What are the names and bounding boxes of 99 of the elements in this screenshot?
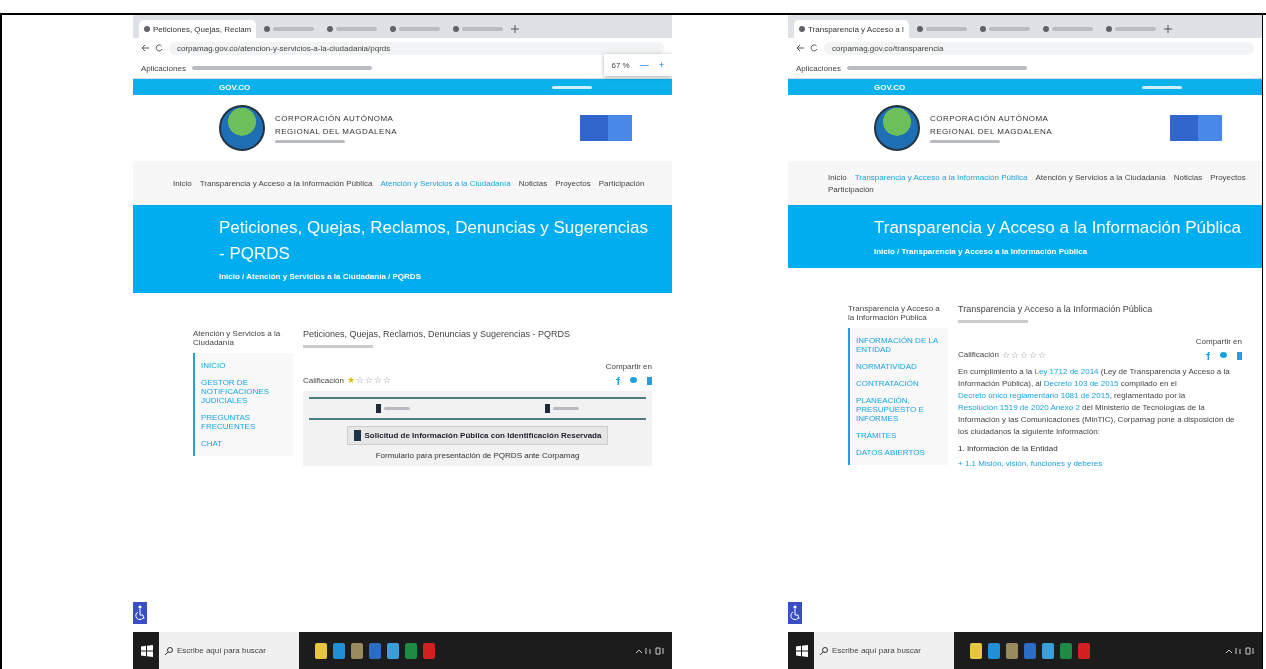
nav-item[interactable]: Participación — [598, 178, 645, 188]
gov-bar-label[interactable]: GOV.CO — [874, 82, 906, 92]
breadcrumb: Inicio / Atención y Servicios a la Ciudadanía / PQRDS — [219, 272, 422, 281]
rating-star[interactable]: ☆ — [373, 375, 382, 385]
rating-star[interactable]: ★ — [346, 375, 355, 385]
sidebar-item[interactable]: NORMATIVIDAD — [856, 361, 942, 371]
rating-star[interactable]: ☆ — [1001, 349, 1010, 360]
nav-item[interactable]: Noticias — [1173, 172, 1203, 182]
law-link[interactable]: Decreto único reglamentario 1081 de 2015 — [958, 390, 1110, 400]
bookmark-item[interactable]: Aplicaciones — [141, 63, 186, 73]
taskbar-app-icon[interactable] — [1006, 642, 1018, 659]
nav-item[interactable]: Noticias — [518, 178, 548, 188]
article-title: Peticiones, Quejas, Reclamos, Denuncias y Sugerencias - PQRDS — [303, 329, 572, 339]
nav-item[interactable]: Transparencia y Acceso a la Información Pública — [854, 172, 1028, 182]
section-heading: 1. Información de la Entidad — [958, 443, 1059, 453]
sidebar-item[interactable]: GESTOR DE NOTIFICACIONES JUDICIALES — [201, 378, 287, 405]
nav-item[interactable]: Atención y Servicios a la Ciudadanía — [380, 178, 511, 188]
windows-start-icon[interactable] — [796, 644, 808, 657]
sidebar-heading: Transparencia y Acceso a la Información Pública — [848, 303, 941, 322]
sidebar-item[interactable]: INICIO — [201, 361, 287, 370]
org-name: REGIONAL DEL MAGDALENA — [930, 126, 1053, 136]
org-name: CORPORACIÓN AUTÓNOMA — [930, 113, 1050, 123]
nav-item[interactable]: Atención y Servicios a la Ciudadanía — [1035, 172, 1166, 182]
browser-tab[interactable]: Transparencia y Acceso a l — [794, 20, 909, 38]
page-title: Peticiones, Quejas, Reclamos, Denuncias y Sugerencias - PQRDS — [219, 217, 649, 265]
sidebar-item[interactable]: TRÁMITES — [856, 430, 942, 440]
sidebar-item[interactable]: CHAT — [201, 439, 287, 448]
org-name: CORPORACIÓN AUTÓNOMA — [275, 113, 395, 123]
sidebar-heading: Atención y Servicios a la Ciudadanía — [193, 329, 282, 347]
share-label: Compartir en — [605, 362, 652, 371]
zoom-value: 67 % — [611, 60, 630, 70]
back-icon[interactable] — [141, 44, 149, 52]
taskbar-app-icon[interactable] — [333, 642, 345, 659]
accessibility-icon[interactable] — [788, 602, 802, 624]
nav-item[interactable]: Participación — [828, 184, 874, 194]
system-tray-icon[interactable] — [1226, 646, 1256, 655]
document-icon — [353, 430, 361, 441]
law-link[interactable]: Ley 1712 de 2014 — [1034, 366, 1099, 376]
facebook-icon[interactable] — [1206, 351, 1210, 360]
facebook-icon[interactable] — [616, 377, 620, 385]
nav-item[interactable]: Proyectos — [555, 178, 591, 188]
system-tray-icon[interactable] — [636, 646, 666, 655]
zoom-out-button[interactable]: — — [639, 60, 649, 70]
nav-item[interactable]: Inicio — [828, 172, 847, 182]
search-icon — [165, 646, 173, 655]
sidebar-item[interactable]: PLANEACIÓN, PRESUPUESTO E INFORMES — [856, 395, 942, 423]
section-link[interactable]: + 1.1 Misión, visión, funciones y deberes — [958, 458, 1242, 468]
sidebar-item[interactable]: DATOS ABIERTOS — [856, 447, 942, 457]
taskbar-app-icon[interactable] — [315, 642, 327, 659]
share-label: Compartir en — [1195, 336, 1242, 346]
nav-item[interactable]: Proyectos — [1210, 172, 1246, 182]
new-tab-icon[interactable] — [511, 25, 520, 33]
law-link[interactable]: Resolución 1519 de 2020 Anexo 2 — [958, 402, 1080, 412]
logo-icon[interactable] — [219, 105, 265, 151]
taskbar-app-icon[interactable] — [970, 642, 982, 659]
rating-star[interactable]: ☆ — [1037, 349, 1046, 360]
taskbar-search-field[interactable]: Escribe aquí para buscar — [159, 632, 299, 669]
search-icon — [820, 646, 828, 655]
accessibility-icon[interactable] — [133, 602, 147, 624]
form-caption: Formulario para presentación de PQRDS ante Corpamag — [375, 451, 580, 460]
address-bar[interactable]: corpamag.gov.co/atencion-y-servicios-a-la-ciudadania/pqrds — [169, 41, 664, 55]
rating-star[interactable]: ☆ — [1019, 349, 1028, 360]
rating-label: Calificación — [303, 375, 344, 385]
back-icon[interactable] — [796, 44, 804, 52]
taskbar-app-icon[interactable] — [387, 642, 399, 659]
sidebar-item[interactable]: CONTRATACIÓN — [856, 378, 942, 388]
org-name: REGIONAL DEL MAGDALENA — [275, 126, 398, 136]
taskbar-app-icon[interactable] — [988, 642, 1000, 659]
address-bar[interactable]: corpamag.gov.co/transparencia — [824, 41, 1254, 55]
rating-star[interactable]: ☆ — [1028, 349, 1037, 360]
article-title: Transparencia y Acceso a la Información Pública — [958, 303, 1154, 314]
logo-icon[interactable] — [874, 105, 920, 151]
gov-bar-label[interactable]: GOV.CO — [219, 82, 251, 92]
breadcrumb: Inicio / Transparencia y Acceso a la Información Pública — [874, 246, 1089, 256]
taskbar-search-field[interactable]: Escribe aquí para buscar — [814, 632, 954, 669]
nav-item[interactable]: Inicio — [173, 178, 192, 188]
rating-label: Calificación — [958, 350, 999, 359]
windows-start-icon[interactable] — [141, 644, 153, 657]
rating-star[interactable]: ☆ — [382, 375, 391, 385]
reload-icon[interactable] — [155, 44, 163, 52]
taskbar-app-icon[interactable] — [351, 642, 363, 659]
sidebar-item[interactable]: INFORMACIÓN DE LA ENTIDAD — [856, 335, 942, 354]
request-button[interactable]: Solicitud de Información Pública con Identificación Reservada — [346, 426, 609, 445]
document-icon[interactable] — [376, 404, 382, 413]
law-link[interactable]: Decreto 103 de 2015 — [1043, 378, 1119, 388]
rating-star[interactable]: ☆ — [364, 375, 373, 385]
rating-star[interactable]: ☆ — [1010, 349, 1019, 360]
browser-tab[interactable]: Peticiones, Quejas, Reclam — [139, 20, 257, 38]
document-icon[interactable] — [544, 404, 550, 413]
new-tab-icon[interactable] — [1163, 25, 1172, 33]
taskbar-app-icon[interactable] — [1042, 642, 1054, 659]
page-title: Transparencia y Acceso a la Información Pública — [874, 217, 1242, 239]
reload-icon[interactable] — [810, 44, 818, 52]
zoom-in-button[interactable]: + — [658, 60, 664, 70]
bookmark-item[interactable]: Aplicaciones — [796, 63, 841, 73]
rating-star[interactable]: ☆ — [355, 375, 364, 385]
intro-paragraph: En cumplimiento a la Ley 1712 de 2014 (Ley de Transparencia y Acceso a la Información Pública), al Decreto 103 de 2015 compilado en el Decreto único reglamentario 1081 de 2015, reglamentado por la Resolución 1519 de 2020 Anexo 2 del Ministerio de Tecnologías de la Información y las Comunicaciones (MinTIC), Corpamag pone a disposición de los ciudadanos la siguiente información: — [958, 365, 1236, 438]
nav-item[interactable]: Transparencia y Acceso a la Información Pública — [199, 178, 373, 188]
sidebar-item[interactable]: PREGUNTAS FRECUENTES — [201, 413, 287, 431]
